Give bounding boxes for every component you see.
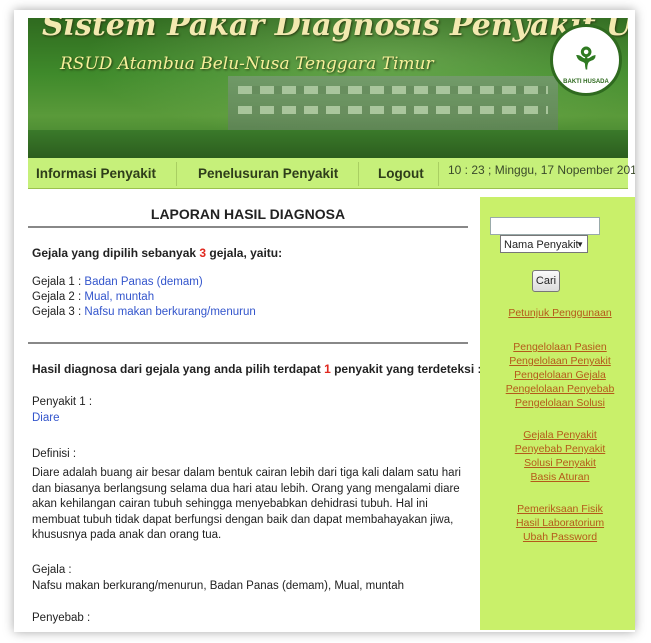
- gejala-value: Nafsu makan berkurang/menurun: [84, 306, 256, 318]
- gejala-item: Gejala 1 : Badan Panas (demam): [32, 276, 203, 288]
- penyebab-label: Penyebab :: [32, 612, 91, 624]
- site-title: Sistem Pakar Diagnosis Penyakit Umum: [42, 18, 628, 43]
- gejala-value: Mual, muntah: [84, 291, 155, 303]
- link-penyebab-penyakit[interactable]: Penyebab Penyakit: [480, 443, 635, 455]
- gejala-section-text: Nafsu makan berkurang/menurun, Badan Pan…: [32, 580, 405, 592]
- nav-penelusuran-penyakit[interactable]: Penelusuran Penyakit: [198, 166, 338, 181]
- bakti-husada-logo: ⚘ BAKTI HUSADA: [550, 24, 622, 96]
- gejala-section-label: Gejala :: [32, 564, 72, 576]
- cari-button[interactable]: Cari: [532, 270, 560, 292]
- definisi-text: Diare adalah buang air besar dalam bentu…: [32, 467, 461, 541]
- gejala-label: Gejala 1 :: [32, 276, 85, 288]
- penyakit-name: Diare: [32, 412, 60, 424]
- gejala-summary-prefix: Gejala yang dipilih sebanyak: [32, 246, 200, 260]
- main-nav: Informasi Penyakit Penelusuran Penyakit …: [28, 158, 635, 189]
- header-banner: Sistem Pakar Diagnosis Penyakit Umum RSU…: [28, 18, 628, 158]
- gejala-item: Gejala 2 : Mual, muntah: [32, 291, 154, 303]
- datetime-display: 10 : 23 ; Minggu, 17 Nopember 2013: [448, 163, 635, 177]
- link-hasil-laboratorium[interactable]: Hasil Laboratorium: [480, 517, 635, 529]
- link-pengelolaan-solusi[interactable]: Pengelolaan Solusi: [480, 397, 635, 409]
- link-basis-aturan[interactable]: Basis Aturan: [480, 471, 635, 483]
- report-title: LAPORAN HASIL DIAGNOSA: [150, 206, 346, 222]
- gejala-label: Gejala 3 :: [32, 306, 85, 318]
- hasil-summary-prefix: Hasil diagnosa dari gejala yang anda pil…: [32, 362, 325, 376]
- link-ubah-password[interactable]: Ubah Password: [480, 531, 635, 543]
- gejala-value: Badan Panas (demam): [84, 276, 203, 288]
- link-pemeriksaan-fisik[interactable]: Pemeriksaan Fisik: [480, 503, 635, 515]
- nav-divider: [176, 162, 177, 186]
- link-petunjuk-penggunaan[interactable]: Petunjuk Penggunaan: [480, 307, 635, 319]
- nama-penyakit-select[interactable]: Nama Penyakit ▼: [500, 235, 588, 253]
- chevron-down-icon: ▼: [576, 240, 584, 249]
- hasil-summary: Hasil diagnosa dari gejala yang anda pil…: [32, 362, 482, 376]
- penyakit-label: Penyakit 1 :: [32, 396, 93, 408]
- link-pengelolaan-penyakit[interactable]: Pengelolaan Penyakit: [480, 355, 635, 367]
- gejala-label: Gejala 2 :: [32, 291, 85, 303]
- nav-divider: [438, 162, 439, 186]
- page-frame: Sistem Pakar Diagnosis Penyakit Umum RSU…: [14, 10, 635, 632]
- hasil-count: 1: [324, 362, 331, 376]
- hasil-summary-suffix: penyakit yang terdeteksi :: [330, 362, 482, 376]
- logo-text: BAKTI HUSADA: [563, 79, 609, 85]
- site-subtitle: RSUD Atambua Belu-Nusa Tenggara Timur: [60, 54, 434, 74]
- link-gejala-penyakit[interactable]: Gejala Penyakit: [480, 429, 635, 441]
- link-pengelolaan-penyebab[interactable]: Pengelolaan Penyebab: [480, 383, 635, 395]
- logo-emblem-icon: ⚘: [572, 43, 600, 76]
- sidebar: Nama Penyakit ▼ Cari Petunjuk Penggunaan…: [480, 197, 635, 630]
- nav-logout[interactable]: Logout: [378, 166, 424, 181]
- definisi-label: Definisi :: [32, 448, 77, 460]
- link-pengelolaan-gejala[interactable]: Pengelolaan Gejala: [480, 369, 635, 381]
- nav-divider: [358, 162, 359, 186]
- select-value: Nama Penyakit: [504, 239, 579, 251]
- divider: [28, 226, 468, 228]
- link-solusi-penyakit[interactable]: Solusi Penyakit: [480, 457, 635, 469]
- banner-ground: [28, 130, 628, 158]
- gejala-summary: Gejala yang dipilih sebanyak 3 gejala, y…: [32, 246, 282, 260]
- nav-informasi-penyakit[interactable]: Informasi Penyakit: [36, 166, 156, 181]
- link-pengelolaan-pasien[interactable]: Pengelolaan Pasien: [480, 341, 635, 353]
- search-input[interactable]: [490, 217, 600, 235]
- gejala-item: Gejala 3 : Nafsu makan berkurang/menurun: [32, 306, 256, 318]
- hospital-building-image: [228, 76, 558, 136]
- divider: [28, 342, 468, 344]
- gejala-summary-suffix: gejala, yaitu:: [206, 246, 283, 260]
